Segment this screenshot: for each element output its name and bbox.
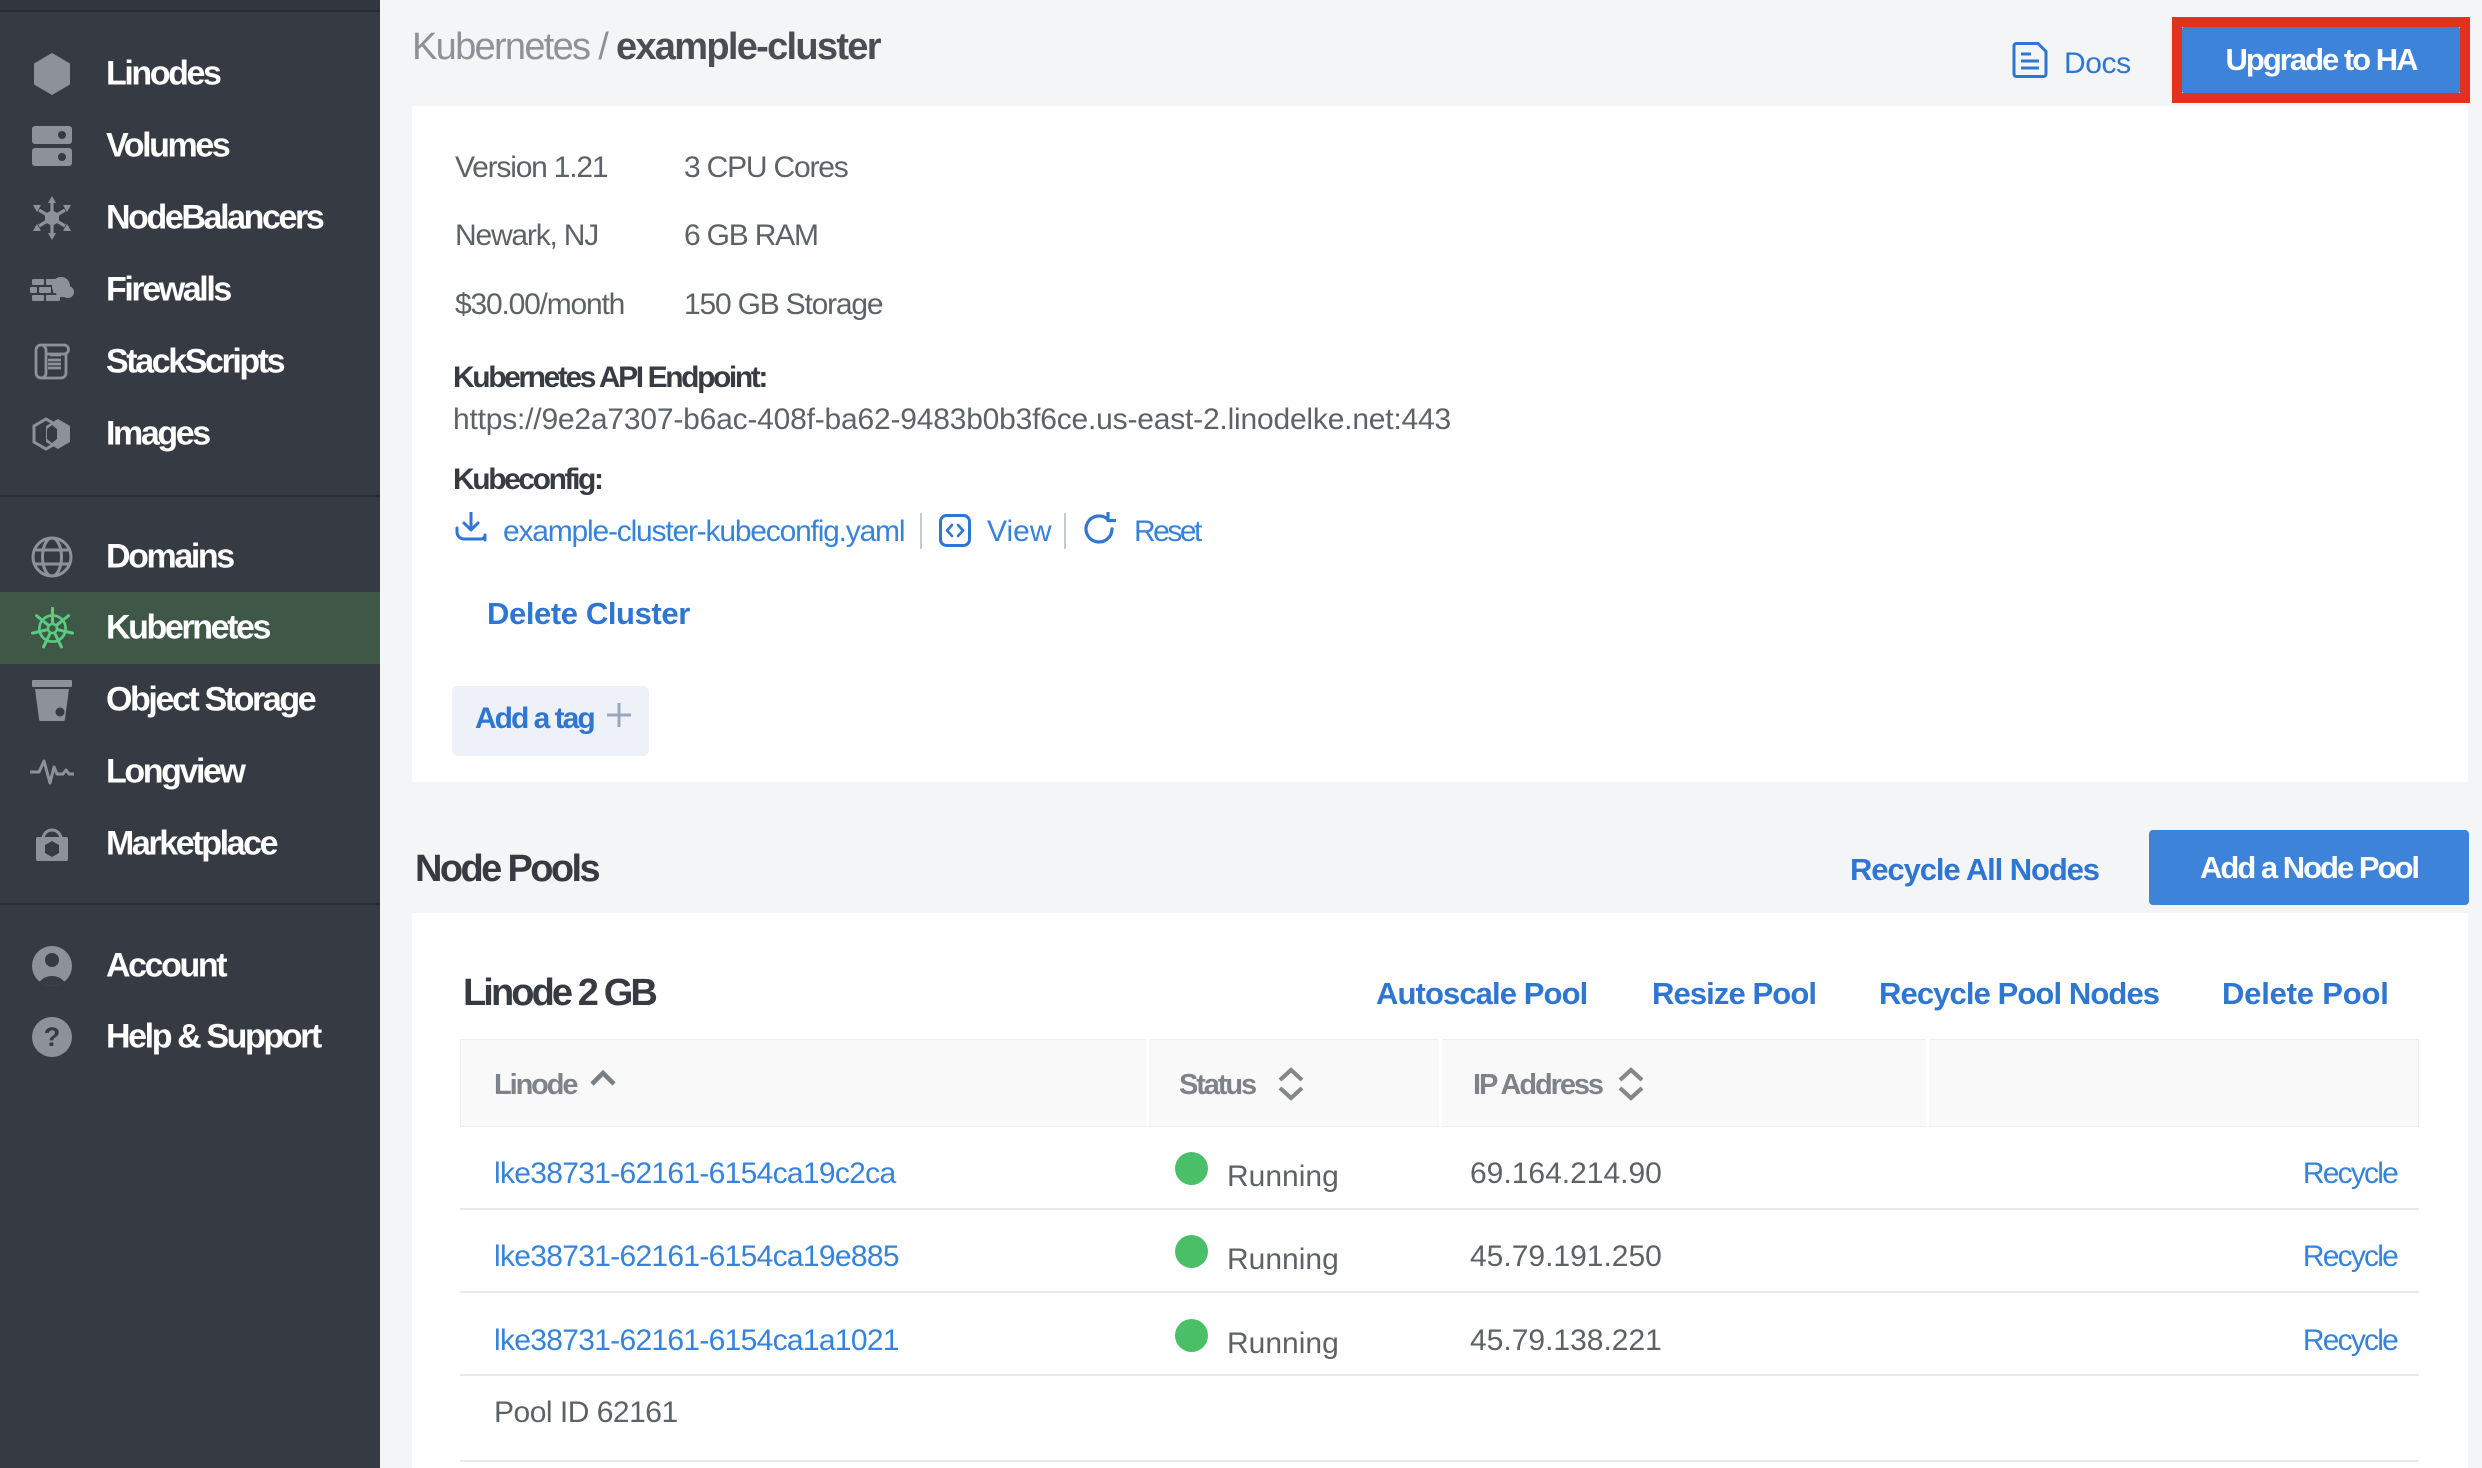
svg-text:?: ? (44, 1022, 61, 1052)
